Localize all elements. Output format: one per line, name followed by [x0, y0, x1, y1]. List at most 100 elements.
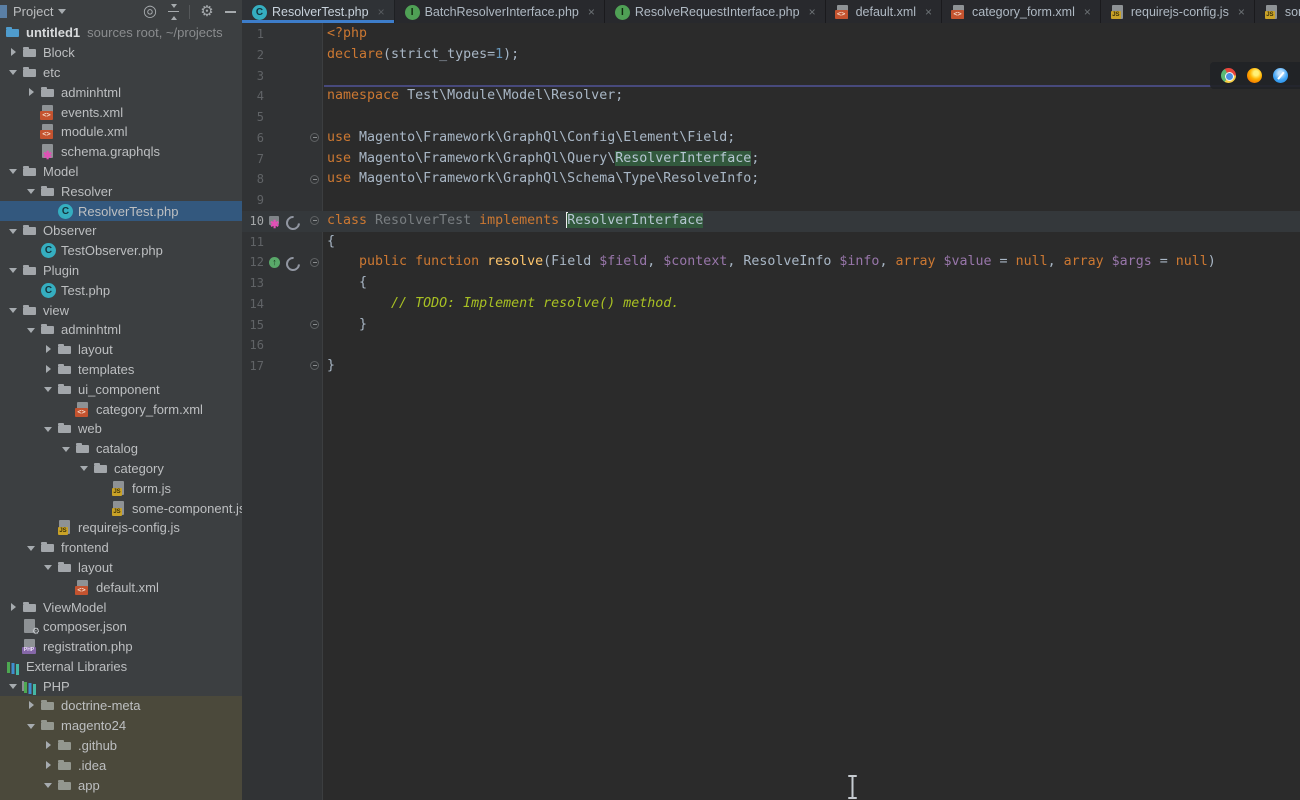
- close-icon[interactable]: ×: [1238, 5, 1245, 19]
- fold-marker-icon[interactable]: [310, 175, 319, 184]
- line-number[interactable]: 8: [242, 169, 264, 190]
- expand-arrow-icon[interactable]: [7, 597, 22, 617]
- tree-item-idea[interactable]: .idea: [0, 755, 242, 775]
- minimize-icon[interactable]: [224, 4, 236, 20]
- code-line-16[interactable]: 16: [242, 335, 1300, 356]
- tree-item-module-xml[interactable]: module.xml: [0, 122, 242, 142]
- fold-marker-icon[interactable]: [310, 258, 319, 267]
- tree-item-adminhtml[interactable]: adminhtml: [0, 320, 242, 340]
- firefox-icon[interactable]: [1247, 68, 1262, 83]
- line-number[interactable]: 17: [242, 356, 264, 377]
- expand-arrow-icon[interactable]: [25, 696, 40, 716]
- collapse-arrow-icon[interactable]: [42, 775, 57, 795]
- tree-item-php[interactable]: PHP: [0, 676, 242, 696]
- tab-resolverequestinterface-php[interactable]: ResolveRequestInterface.php×: [605, 0, 826, 23]
- chevron-down-icon[interactable]: [58, 9, 66, 18]
- tree-item-untitled1[interactable]: untitled1sources root, ~/projects: [0, 23, 242, 43]
- tree-item-doctrine-meta[interactable]: doctrine-meta: [0, 696, 242, 716]
- code-line-4[interactable]: 4namespace Test\Module\Model\Resolver;: [242, 86, 1300, 107]
- expand-arrow-icon[interactable]: [7, 43, 22, 63]
- tree-item-web[interactable]: web: [0, 419, 242, 439]
- tree-item-events-xml[interactable]: events.xml: [0, 102, 242, 122]
- collapse-arrow-icon[interactable]: [25, 538, 40, 558]
- code-line-1[interactable]: 1<?php: [242, 24, 1300, 45]
- tree-item-view[interactable]: view: [0, 300, 242, 320]
- line-number[interactable]: 1: [242, 24, 264, 45]
- code-line-7[interactable]: 7use Magento\Framework\GraphQl\Query\Res…: [242, 149, 1300, 170]
- code-editor[interactable]: 1<?php2declare(strict_types=1);34namespa…: [242, 23, 1300, 800]
- plug-gutter-icon[interactable]: [285, 256, 298, 269]
- collapse-arrow-icon[interactable]: [7, 221, 22, 241]
- tree-item-composer-json[interactable]: composer.json: [0, 617, 242, 637]
- tree-item-category-form-xml[interactable]: category_form.xml: [0, 399, 242, 419]
- tree-item-requirejs-config-js[interactable]: requirejs-config.js: [0, 518, 242, 538]
- tree-item-test-php[interactable]: Test.php: [0, 280, 242, 300]
- tab-batchresolverinterface-php[interactable]: BatchResolverInterface.php×: [395, 0, 605, 23]
- tree-item-schema-graphqls[interactable]: schema.graphqls: [0, 142, 242, 162]
- tree-item-registration-php[interactable]: registration.php: [0, 637, 242, 657]
- tree-item-adminhtml[interactable]: adminhtml: [0, 82, 242, 102]
- tree-item-resolver[interactable]: Resolver: [0, 181, 242, 201]
- line-number[interactable]: 5: [242, 107, 264, 128]
- code-line-3[interactable]: 3: [242, 66, 1300, 87]
- tree-item-testobserver-php[interactable]: TestObserver.php: [0, 241, 242, 261]
- expand-arrow-icon[interactable]: [42, 736, 57, 756]
- expand-arrow-icon[interactable]: [42, 755, 57, 775]
- tree-item-form-js[interactable]: form.js: [0, 478, 242, 498]
- line-number[interactable]: 6: [242, 128, 264, 149]
- collapse-arrow-icon[interactable]: [7, 676, 22, 696]
- expand-arrow-icon[interactable]: [25, 82, 40, 102]
- line-number[interactable]: 12: [242, 252, 264, 273]
- code-line-17[interactable]: 17}: [242, 356, 1300, 377]
- settings-gear-icon[interactable]: [199, 4, 215, 20]
- collapse-arrow-icon[interactable]: [7, 162, 22, 182]
- collapse-arrow-icon[interactable]: [42, 379, 57, 399]
- collapse-all-icon[interactable]: [167, 4, 180, 20]
- project-tree[interactable]: untitled1sources root, ~/projectsBlocket…: [0, 23, 242, 800]
- collapse-arrow-icon[interactable]: [7, 300, 22, 320]
- fold-marker-icon[interactable]: [310, 320, 319, 329]
- tree-item-frontend[interactable]: frontend: [0, 538, 242, 558]
- line-number[interactable]: 11: [242, 232, 264, 253]
- tree-item-category[interactable]: category: [0, 459, 242, 479]
- line-number[interactable]: 9: [242, 190, 264, 211]
- tree-item-templates[interactable]: templates: [0, 360, 242, 380]
- tree-item-magento24[interactable]: magento24: [0, 716, 242, 736]
- project-panel-title[interactable]: Project: [13, 4, 53, 19]
- tree-item-viewmodel[interactable]: ViewModel: [0, 597, 242, 617]
- code-line-11[interactable]: 11{: [242, 232, 1300, 253]
- line-number[interactable]: 3: [242, 66, 264, 87]
- code-line-9[interactable]: 9: [242, 190, 1300, 211]
- tree-item-etc[interactable]: etc: [0, 63, 242, 83]
- collapse-arrow-icon[interactable]: [42, 558, 57, 578]
- tab-requirejs-config-js[interactable]: requirejs-config.js×: [1101, 0, 1255, 23]
- close-icon[interactable]: ×: [588, 5, 595, 19]
- impl-gutter-icon[interactable]: [268, 256, 281, 269]
- chrome-icon[interactable]: [1221, 68, 1236, 83]
- tree-item-resolvertest-php[interactable]: ResolverTest.php: [0, 201, 242, 221]
- graphql-gutter-icon[interactable]: [268, 215, 281, 228]
- collapse-arrow-icon[interactable]: [25, 320, 40, 340]
- collapse-arrow-icon[interactable]: [60, 439, 75, 459]
- code-line-13[interactable]: 13 {: [242, 273, 1300, 294]
- line-number[interactable]: 10: [242, 211, 264, 232]
- close-icon[interactable]: ×: [378, 5, 385, 19]
- tree-item-some-component-js[interactable]: some-component.js: [0, 498, 242, 518]
- code-line-8[interactable]: 8use Magento\Framework\GraphQl\Schema\Ty…: [242, 169, 1300, 190]
- tree-item-github[interactable]: .github: [0, 736, 242, 756]
- code-line-14[interactable]: 14 // TODO: Implement resolve() method.: [242, 294, 1300, 315]
- line-number[interactable]: 13: [242, 273, 264, 294]
- code-line-12[interactable]: 12 public function resolve(Field $field,…: [242, 252, 1300, 273]
- tree-item-default-xml[interactable]: default.xml: [0, 577, 242, 597]
- close-icon[interactable]: ×: [1084, 5, 1091, 19]
- tree-item-observer[interactable]: Observer: [0, 221, 242, 241]
- tree-item-block[interactable]: Block: [0, 43, 242, 63]
- line-number[interactable]: 15: [242, 315, 264, 336]
- tree-item-external-libraries[interactable]: External Libraries: [0, 657, 242, 677]
- code-line-15[interactable]: 15 }: [242, 315, 1300, 336]
- line-number[interactable]: 2: [242, 45, 264, 66]
- tree-item-layout[interactable]: layout: [0, 340, 242, 360]
- tab-some-component-js[interactable]: some-component.js×: [1255, 0, 1300, 23]
- collapse-arrow-icon[interactable]: [78, 459, 93, 479]
- line-number[interactable]: 7: [242, 149, 264, 170]
